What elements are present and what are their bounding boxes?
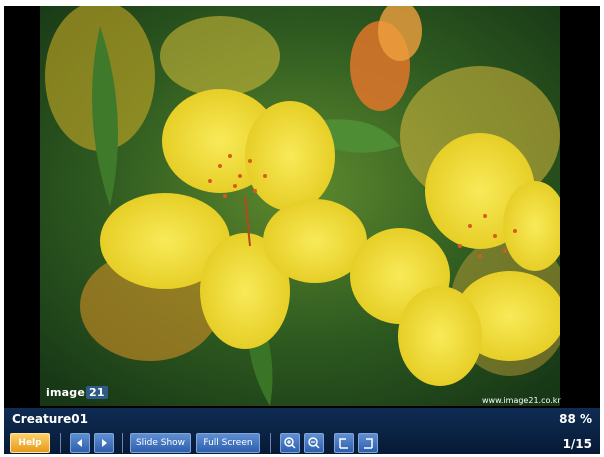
divider: [60, 433, 61, 453]
slideshow-button[interactable]: Slide Show: [130, 433, 191, 453]
zoom-in-icon: [284, 437, 296, 449]
next-button[interactable]: [94, 433, 114, 453]
rotate-right-button[interactable]: [358, 433, 378, 453]
zoom-out-icon: [308, 437, 320, 449]
brand-logo-box: 21: [86, 386, 108, 399]
image-stage: image 21 www.image21.co.kr: [4, 6, 600, 408]
image-counter: 1/15: [562, 437, 592, 451]
prev-button[interactable]: [70, 433, 90, 453]
next-icon: [102, 439, 107, 447]
divider: [122, 433, 123, 453]
zoom-out-button[interactable]: [304, 433, 324, 453]
flower-photo: [40, 6, 560, 406]
divider: [270, 433, 271, 453]
displayed-photo: [40, 6, 560, 406]
image-title: Creature01: [12, 412, 88, 426]
prev-icon: [77, 439, 82, 447]
image-viewer: image 21 www.image21.co.kr Creature01 88 …: [4, 6, 600, 454]
control-bar: Creature01 88 % 1/15 Help Slide Show Ful…: [4, 408, 600, 454]
site-watermark: www.image21.co.kr: [482, 396, 561, 405]
brand-logo-text: image: [46, 386, 85, 399]
rotate-left-icon: [339, 438, 348, 449]
brand-logo: image 21: [46, 386, 108, 399]
rotate-left-button[interactable]: [334, 433, 354, 453]
help-button[interactable]: Help: [10, 433, 50, 453]
rotate-right-icon: [364, 438, 373, 449]
zoom-level: 88 %: [559, 412, 592, 426]
zoom-in-button[interactable]: [280, 433, 300, 453]
fullscreen-button[interactable]: Full Screen: [196, 433, 260, 453]
